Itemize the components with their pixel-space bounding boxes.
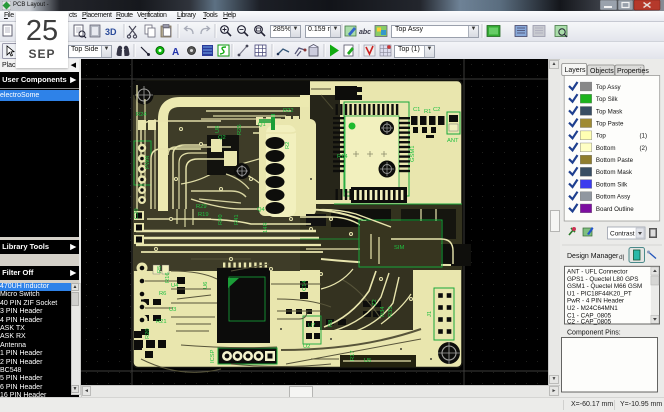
- svg-text:R6: R6: [159, 291, 166, 297]
- svg-text:GSM1: GSM1: [410, 146, 416, 162]
- svg-text:U1 - PIC18F44K20_PT: U1 - PIC18F44K20_PT: [567, 290, 632, 297]
- svg-text:J1: J1: [427, 311, 433, 317]
- svg-text:Top Silk: Top Silk: [596, 96, 619, 103]
- svg-text:Design Manager: Design Manager: [567, 253, 619, 260]
- svg-text:R19: R19: [198, 212, 209, 218]
- svg-text:R1: R1: [424, 109, 431, 115]
- svg-text:GSM1 - Quectel M66 GSM: GSM1 - Quectel M66 GSM: [567, 283, 642, 290]
- svg-text:U2 - M24C64MN1: U2 - M24C64MN1: [567, 305, 618, 312]
- svg-text:Q1: Q1: [258, 122, 266, 128]
- svg-text:Contrast: Contrast: [610, 231, 635, 238]
- svg-text:abc: abc: [359, 29, 371, 36]
- svg-text:PwR - 4 PIN Header: PwR - 4 PIN Header: [567, 298, 624, 305]
- svg-text:U8: U8: [215, 126, 221, 133]
- svg-text:U7: U7: [308, 323, 315, 329]
- svg-text:C2 - CAP_0805: C2 - CAP_0805: [567, 319, 612, 326]
- svg-text:R33: R33: [388, 306, 394, 317]
- svg-text:U3: U3: [169, 307, 176, 313]
- svg-text:Q2: Q2: [218, 135, 226, 141]
- svg-text:R22: R22: [283, 108, 294, 114]
- svg-text:R20: R20: [145, 328, 151, 339]
- svg-text:14R: 14R: [263, 222, 269, 233]
- svg-text:R21: R21: [156, 319, 167, 325]
- svg-text:Component Pins:: Component Pins:: [567, 330, 621, 337]
- svg-text:ANT - UFL Connector: ANT - UFL Connector: [567, 269, 628, 276]
- svg-text:Board Outline: Board Outline: [596, 206, 634, 213]
- svg-text:R24: R24: [136, 112, 147, 118]
- svg-text:Bottom Mask: Bottom Mask: [596, 169, 633, 176]
- svg-text:Q4: Q4: [257, 207, 266, 213]
- svg-text:A: A: [172, 47, 179, 58]
- svg-text:Top Mask: Top Mask: [596, 108, 623, 115]
- svg-text:Bottom Paste: Bottom Paste: [596, 157, 634, 164]
- svg-text:R2: R2: [285, 142, 291, 149]
- svg-text:GPS1 - Quectel L80 GPS: GPS1 - Quectel L80 GPS: [567, 276, 638, 283]
- svg-text:R14: R14: [337, 154, 348, 160]
- svg-text:C1: C1: [413, 107, 420, 113]
- svg-text:(1): (1): [640, 133, 648, 140]
- svg-text:R29: R29: [196, 204, 207, 210]
- svg-text:U6: U6: [203, 282, 209, 289]
- svg-text:R5: R5: [157, 266, 163, 273]
- svg-text:SIM: SIM: [394, 245, 404, 251]
- svg-text:Z2: Z2: [372, 299, 378, 306]
- svg-text:Bottom: Bottom: [596, 145, 616, 152]
- svg-text:Objects: Objects: [590, 68, 614, 75]
- svg-text:R40: R40: [218, 214, 224, 225]
- svg-text:(2): (2): [640, 145, 648, 152]
- svg-text:C14: C14: [302, 280, 308, 291]
- svg-text:U2: U2: [303, 344, 310, 350]
- svg-text:R41: R41: [234, 214, 240, 225]
- svg-text:R16: R16: [165, 272, 171, 283]
- svg-text:R8: R8: [328, 320, 334, 327]
- svg-text:Bottom Silk: Bottom Silk: [596, 181, 628, 188]
- svg-text:C2: C2: [433, 107, 440, 113]
- svg-text:PWR: PWR: [145, 155, 151, 169]
- svg-text:Layers: Layers: [565, 67, 587, 74]
- svg-text:R25: R25: [237, 124, 243, 135]
- svg-text:ICSP: ICSP: [210, 349, 216, 363]
- svg-text:d|: d|: [619, 254, 625, 261]
- svg-text:R34: R34: [380, 306, 386, 317]
- svg-text:R17: R17: [350, 350, 356, 361]
- svg-text:Top Assy: Top Assy: [596, 84, 622, 91]
- svg-text:U5: U5: [364, 358, 371, 364]
- svg-text:ANT: ANT: [447, 138, 459, 144]
- svg-text:Top Paste: Top Paste: [596, 121, 624, 128]
- svg-text:C20: C20: [134, 208, 140, 219]
- svg-text:Properties: Properties: [617, 68, 649, 75]
- svg-text:3D: 3D: [105, 27, 117, 37]
- svg-text:U4: U4: [171, 283, 179, 289]
- svg-text:Top: Top: [596, 133, 607, 140]
- svg-text:Bottom Assy: Bottom Assy: [596, 194, 631, 201]
